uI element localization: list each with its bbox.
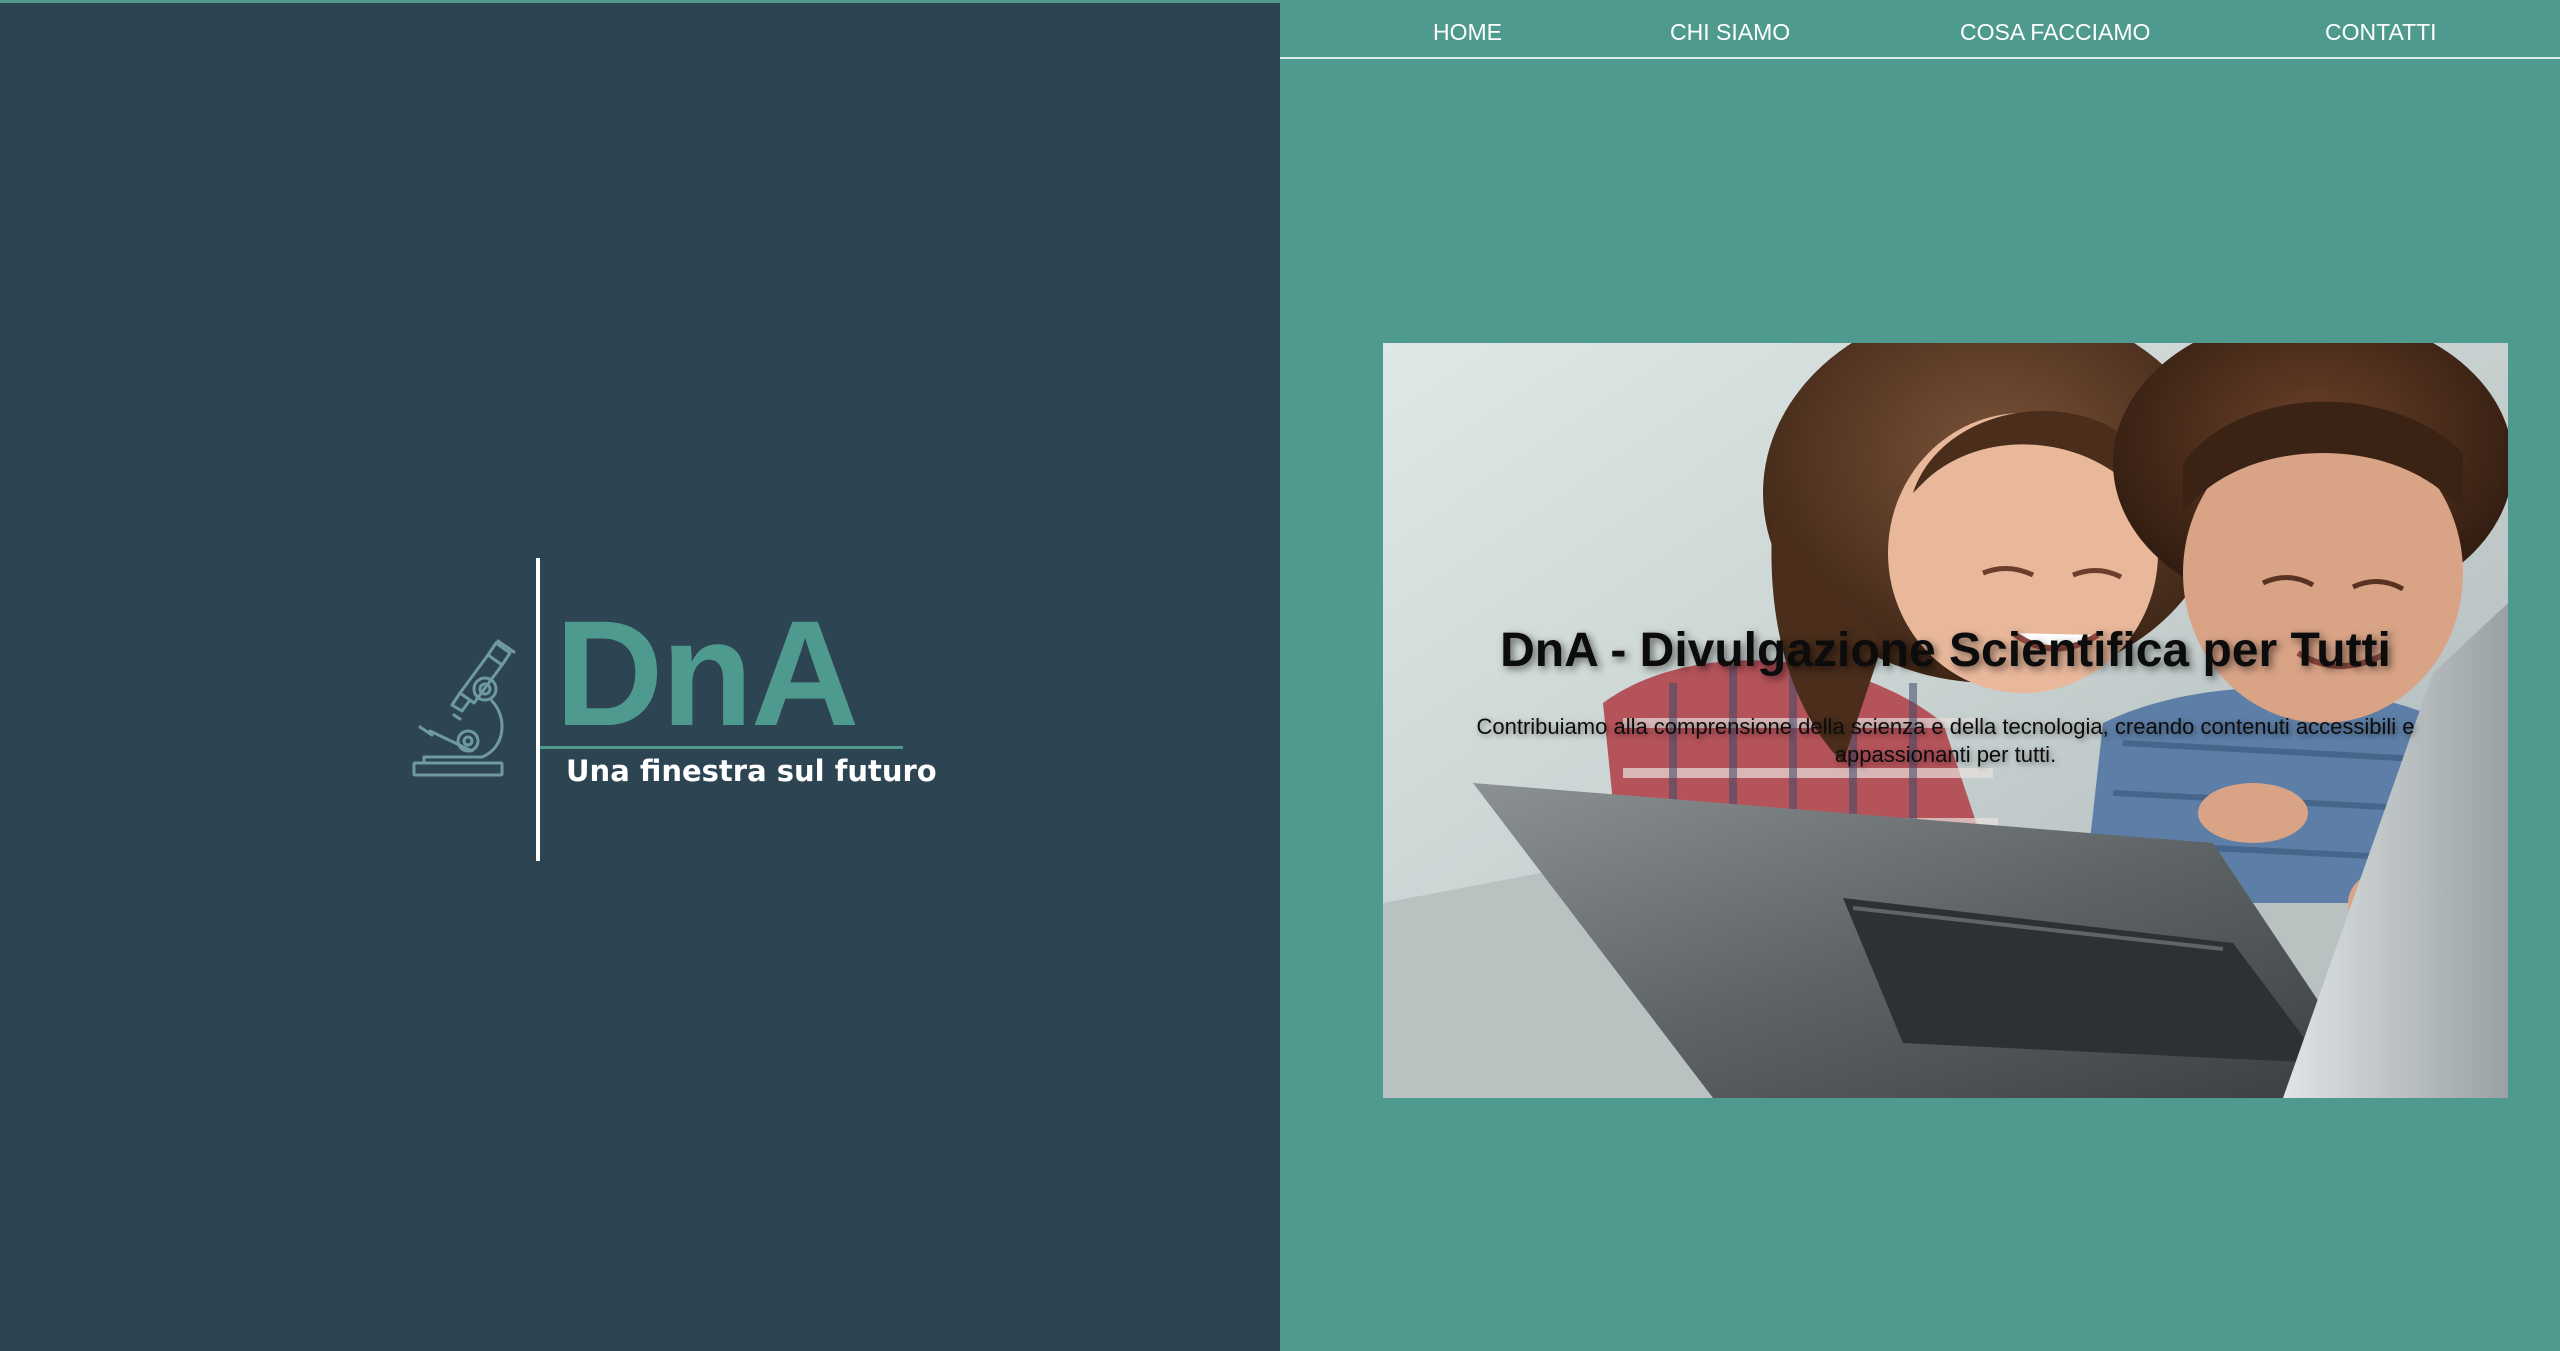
logo-tagline: Una finestra sul futuro [566, 754, 937, 788]
logo-divider [536, 558, 540, 861]
nav-item-cosa-facciamo[interactable]: COSA FACCIAMO [1960, 19, 2150, 46]
page: DnA Una finestra sul futuro HOME CHI SIA… [0, 0, 2560, 1351]
nav-item-chi-siamo[interactable]: CHI SIAMO [1670, 19, 1790, 46]
hero-title: DnA - Divulgazione Scientifica per Tutti [1500, 624, 2391, 677]
hero-banner: DnA - Divulgazione Scientifica per Tutti… [1383, 343, 2508, 1098]
logo-underline [540, 746, 903, 749]
brand-panel: DnA Una finestra sul futuro [0, 3, 1280, 1351]
logo-title: DnA [555, 589, 859, 757]
nav-item-contatti[interactable]: CONTATTI [2325, 19, 2437, 46]
microscope-icon [412, 639, 516, 777]
hero-subtitle: Contribuiamo alla comprensione della sci… [1476, 714, 2415, 767]
content-panel: HOME CHI SIAMO COSA FACCIAMO CONTATTI Dn… [1280, 3, 2560, 1351]
site-logo[interactable]: DnA Una finestra sul futuro [410, 558, 937, 863]
nav-item-home[interactable]: HOME [1433, 19, 1502, 46]
main-nav: HOME CHI SIAMO COSA FACCIAMO CONTATTI [1280, 3, 2560, 59]
